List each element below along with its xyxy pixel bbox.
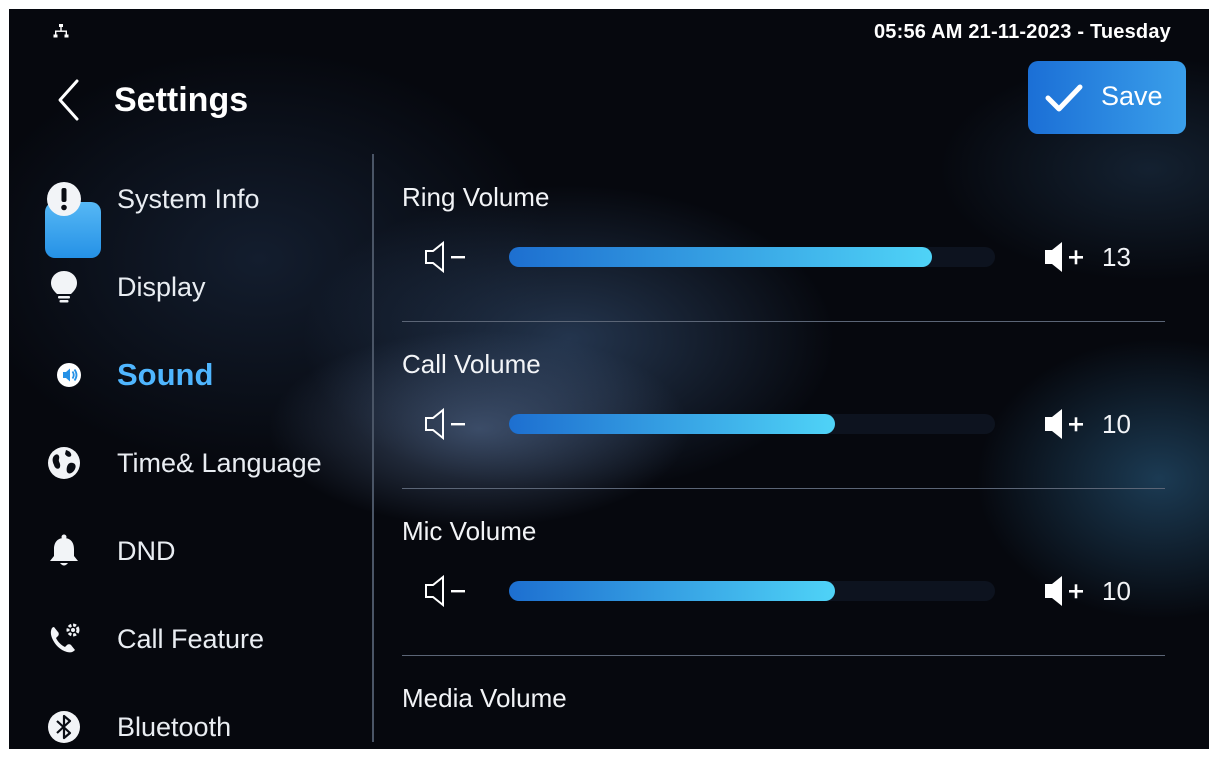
speaker-icon — [57, 363, 81, 387]
sidebar-item-sound[interactable]: Sound — [9, 340, 371, 410]
sidebar-item-bluetooth[interactable]: Bluetooth — [9, 692, 371, 749]
sidebar-item-dnd[interactable]: DND — [9, 516, 371, 586]
sidebar-item-label: Call Feature — [117, 624, 265, 654]
bluetooth-icon — [48, 711, 80, 743]
sidebar-item-time-language[interactable]: Time& Language — [9, 428, 371, 498]
settings-screen: 05:56 AM 21-11-2023 - Tuesday Settings S… — [9, 9, 1209, 749]
volume-up-icon[interactable] — [1043, 407, 1089, 441]
info-exclamation-icon — [47, 182, 81, 216]
row-divider — [402, 321, 1165, 322]
sidebar-item-display[interactable]: Display — [9, 252, 371, 322]
sidebar-item-call-feature[interactable]: Call Feature — [9, 604, 371, 674]
row-divider — [402, 655, 1165, 656]
ring-volume-fill — [509, 247, 932, 267]
sidebar-item-label: Sound — [117, 357, 214, 392]
sidebar-item-label: Bluetooth — [117, 712, 232, 742]
network-icon — [53, 24, 69, 38]
sidebar-item-system-info[interactable]: System Info — [9, 164, 371, 234]
row-divider — [402, 488, 1165, 489]
mic-volume-fill — [509, 581, 835, 601]
page-title: Settings — [114, 81, 249, 119]
volume-down-icon[interactable] — [424, 241, 470, 273]
chevron-left-icon[interactable] — [55, 77, 83, 123]
mic-volume-value: 10 — [1102, 576, 1131, 606]
sidebar-item-label: Display — [117, 272, 206, 302]
ring-volume-value: 13 — [1102, 242, 1131, 272]
lightbulb-icon — [51, 271, 77, 303]
sidebar-item-label: DND — [117, 536, 176, 566]
mic-volume-title: Mic Volume — [402, 516, 537, 546]
volume-up-icon[interactable] — [1043, 240, 1089, 274]
volume-up-icon[interactable] — [1043, 574, 1089, 608]
sidebar-item-label: Time& Language — [117, 448, 322, 478]
globe-icon — [48, 447, 80, 479]
sidebar-item-label: System Info — [117, 184, 260, 214]
volume-down-icon[interactable] — [424, 408, 470, 440]
volume-down-icon[interactable] — [424, 575, 470, 607]
status-clock: 05:56 AM 21-11-2023 - Tuesday — [873, 21, 1171, 43]
sidebar-divider — [372, 154, 374, 742]
mic-volume-slider[interactable] — [509, 581, 995, 601]
bell-icon — [50, 534, 78, 566]
call-volume-fill — [509, 414, 835, 434]
ring-volume-slider[interactable] — [509, 247, 995, 267]
phone-gear-icon — [50, 623, 80, 653]
media-volume-title: Media Volume — [402, 683, 567, 713]
save-button[interactable]: Save — [1028, 61, 1186, 134]
call-volume-title: Call Volume — [402, 349, 541, 379]
checkmark-icon — [1045, 84, 1083, 112]
call-volume-value: 10 — [1102, 409, 1131, 439]
save-button-label: Save — [1101, 81, 1163, 111]
call-volume-slider[interactable] — [509, 414, 995, 434]
ring-volume-title: Ring Volume — [402, 182, 550, 212]
